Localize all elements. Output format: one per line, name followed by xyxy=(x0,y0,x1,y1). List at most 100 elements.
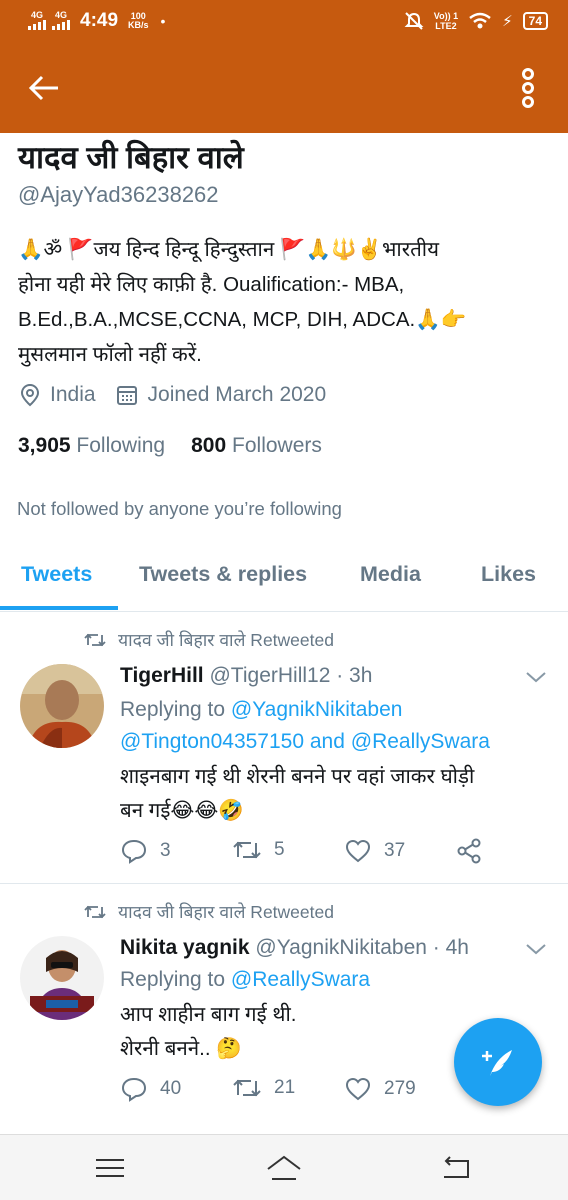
bio-line: होना यही मेरे लिए काफ़ी है. Oualificatio… xyxy=(18,273,405,296)
reply-button[interactable]: 3 xyxy=(120,838,171,864)
followers-count: 800 xyxy=(191,434,227,457)
retweet-context: यादव जी बिहार वाले Retweeted xyxy=(84,900,334,924)
tweet-author[interactable]: Nikita yagnik xyxy=(120,936,250,959)
retweet-button[interactable]: 21 xyxy=(232,1076,295,1100)
mute-bell-icon xyxy=(404,12,424,30)
arrow-left-icon[interactable] xyxy=(22,66,66,110)
signal-bars-icon xyxy=(28,19,46,30)
compose-tweet-button[interactable] xyxy=(454,1018,542,1106)
network-speed: 100 KB/s xyxy=(128,12,149,30)
profile-joined: Joined March 2020 xyxy=(147,383,327,406)
avatar[interactable] xyxy=(20,664,104,748)
reply-count: 40 xyxy=(160,1078,182,1099)
not-followed-note: Not followed by anyone you’re following xyxy=(17,498,342,519)
notification-dot-icon: • xyxy=(160,13,166,29)
tweet-item[interactable]: यादव जी बिहार वाले Retweeted TigerHill @… xyxy=(0,612,568,882)
follow-stats: 3,905 Following 800 Followers xyxy=(18,434,322,458)
share-icon xyxy=(457,838,481,864)
tweet-header: TigerHill @TigerHill12 · 3h xyxy=(120,664,372,688)
signal-indicator-2: 4G xyxy=(52,9,70,32)
tab-tweets-replies[interactable]: Tweets & replies xyxy=(139,562,307,587)
replying-to: Replying to @ReallySwara xyxy=(120,964,370,996)
lte-label: LTE2 xyxy=(435,21,457,31)
profile-handle: @AjayYad36238262 xyxy=(18,182,219,207)
network-type-2: 4G xyxy=(54,9,67,20)
signal-bars-icon xyxy=(52,19,70,30)
tweet-text-line: शाइनबाग गई थी शेरनी बनने पर वहां जाकर घो… xyxy=(120,765,475,788)
reply-count: 3 xyxy=(160,840,171,861)
retweet-button[interactable]: 5 xyxy=(232,838,285,862)
bio-line: B.Ed.,B.A.,MCSE,CCNA, MCP, DIH, ADCA.🙏👉 xyxy=(18,308,467,331)
compose-feather-icon xyxy=(482,1050,512,1076)
retweet-count: 21 xyxy=(274,1077,296,1098)
heart-icon xyxy=(345,839,371,863)
tab-media[interactable]: Media xyxy=(360,562,421,587)
status-bar: 4G 4G 4:49 100 KB/s • Vo)) 1 LTE2 ⚡ 74 xyxy=(0,0,568,42)
tab-tweets[interactable]: Tweets xyxy=(21,562,92,587)
more-vertical-icon[interactable] xyxy=(508,64,548,112)
location-pin-icon xyxy=(20,383,40,407)
reply-and: and xyxy=(304,730,351,753)
avatar[interactable] xyxy=(20,936,104,1020)
followers-link[interactable]: 800 Followers xyxy=(191,434,322,458)
share-button[interactable] xyxy=(456,838,482,864)
profile-tabs: Tweets Tweets & replies Media Likes xyxy=(0,548,568,612)
mention-link[interactable]: @Tington04357150 xyxy=(120,730,304,753)
tab-likes[interactable]: Likes xyxy=(481,562,536,587)
avatar-image xyxy=(20,664,104,748)
volte-indicator: Vo)) 1 LTE2 xyxy=(434,11,458,31)
signal-indicator-1: 4G xyxy=(28,9,46,32)
following-link[interactable]: 3,905 Following xyxy=(18,434,165,458)
replying-prefix: Replying to xyxy=(120,698,231,721)
active-tab-indicator xyxy=(0,606,118,610)
retweeted-by-label: यादव जी बिहार वाले Retweeted xyxy=(118,630,334,650)
mention-link[interactable]: @ReallySwara xyxy=(351,730,490,753)
replying-prefix: Replying to xyxy=(120,968,231,991)
profile-meta: India Joined March 2020 xyxy=(20,383,326,407)
mention-link[interactable]: @ReallySwara xyxy=(231,968,370,991)
app-bar xyxy=(0,42,568,133)
profile-name: यादव जी बिहार वाले xyxy=(18,140,244,175)
heart-icon xyxy=(345,1077,371,1101)
reply-button[interactable]: 40 xyxy=(120,1076,181,1102)
retweet-count: 5 xyxy=(274,839,285,860)
chevron-down-icon[interactable] xyxy=(524,668,548,686)
retweeted-by-label: यादव जी बिहार वाले Retweeted xyxy=(118,902,334,922)
replying-to: Replying to @YagnikNikitaben @Tington043… xyxy=(120,694,490,758)
reply-icon xyxy=(121,1077,147,1102)
retweet-context: यादव जी बिहार वाले Retweeted xyxy=(84,628,334,652)
followers-label: Followers xyxy=(232,434,322,457)
retweet-icon xyxy=(233,841,261,859)
network-type-1: 4G xyxy=(30,9,43,20)
profile-location: India xyxy=(50,383,96,406)
chevron-down-icon[interactable] xyxy=(524,940,548,958)
retweet-small-icon xyxy=(84,633,106,647)
system-nav-bar xyxy=(0,1134,568,1200)
like-button[interactable]: 37 xyxy=(344,838,405,864)
avatar-image xyxy=(20,936,104,1020)
profile-bio: 🙏ॐ 🚩जय हिन्द हिन्दू हिन्दुस्तान 🚩🙏🔱✌️भार… xyxy=(18,232,548,372)
battery-indicator: 74 xyxy=(522,12,548,30)
tweet-author[interactable]: TigerHill xyxy=(120,664,204,687)
back-icon[interactable] xyxy=(436,1153,476,1183)
like-button[interactable]: 279 xyxy=(344,1076,416,1102)
home-icon[interactable] xyxy=(264,1153,304,1183)
tweet-handle-time: @YagnikNikitaben · 4h xyxy=(255,936,469,959)
speed-unit: KB/s xyxy=(128,20,149,30)
tweet-text: शाइनबाग गई थी शेरनी बनने पर वहां जाकर घो… xyxy=(120,760,540,828)
bio-line: 🙏ॐ 🚩जय हिन्द हिन्दू हिन्दुस्तान 🚩🙏🔱✌️भार… xyxy=(18,238,440,261)
tweet-actions: 3 5 37 xyxy=(120,838,520,868)
tweet-header: Nikita yagnik @YagnikNikitaben · 4h xyxy=(120,936,469,960)
following-count: 3,905 xyxy=(18,434,71,457)
mention-link[interactable]: @YagnikNikitaben xyxy=(231,698,403,721)
volte-label: Vo)) 1 xyxy=(433,11,459,21)
like-count: 279 xyxy=(384,1078,416,1099)
retweet-icon xyxy=(233,1079,261,1097)
calendar-icon xyxy=(116,386,137,405)
status-right: Vo)) 1 LTE2 ⚡ 74 xyxy=(404,11,548,31)
following-label: Following xyxy=(76,434,166,457)
menu-icon[interactable] xyxy=(90,1153,130,1183)
clock: 4:49 xyxy=(80,10,119,31)
bio-line: मुसलमान फॉलो नहीं करें. xyxy=(18,343,202,366)
tweet-text-line: बन गई😂😂🤣 xyxy=(120,799,244,822)
